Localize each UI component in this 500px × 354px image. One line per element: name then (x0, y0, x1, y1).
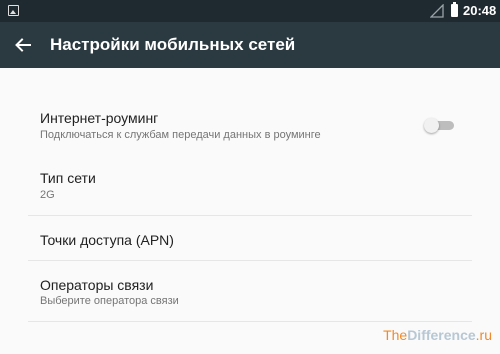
page-title: Настройки мобильных сетей (50, 35, 296, 54)
watermark-ru: .ru (475, 327, 492, 343)
operators-title: Операторы связи (40, 277, 154, 293)
setting-network-type[interactable]: Тип сети 2G (0, 160, 500, 215)
image-notification-icon (8, 5, 19, 16)
network-type-title: Тип сети (40, 170, 96, 186)
roaming-subtitle: Подключаться к службам передачи данных в… (40, 129, 321, 141)
status-time: 20:48 (463, 3, 497, 18)
watermark-the: The (383, 327, 408, 343)
setting-apn[interactable]: Точки доступа (APN) (0, 216, 500, 260)
network-type-value: 2G (40, 189, 55, 201)
roaming-toggle[interactable] (424, 118, 454, 133)
watermark: TheDifference.ru (383, 327, 492, 343)
setting-operators[interactable]: Операторы связи Выберите оператора связи (0, 261, 500, 321)
arrow-back-icon[interactable] (14, 36, 32, 54)
apn-title: Точки доступа (APN) (40, 232, 174, 248)
battery-full-icon (451, 2, 458, 17)
app-bar: Настройки мобильных сетей (0, 22, 500, 68)
watermark-difference: Difference (407, 327, 476, 343)
roaming-title: Интернет-роуминг (40, 110, 159, 126)
signal-empty-icon (430, 4, 444, 18)
operators-subtitle: Выберите оператора связи (40, 295, 179, 307)
toggle-thumb (424, 118, 439, 133)
status-bar: 20:48 (0, 0, 500, 22)
divider (28, 321, 472, 322)
